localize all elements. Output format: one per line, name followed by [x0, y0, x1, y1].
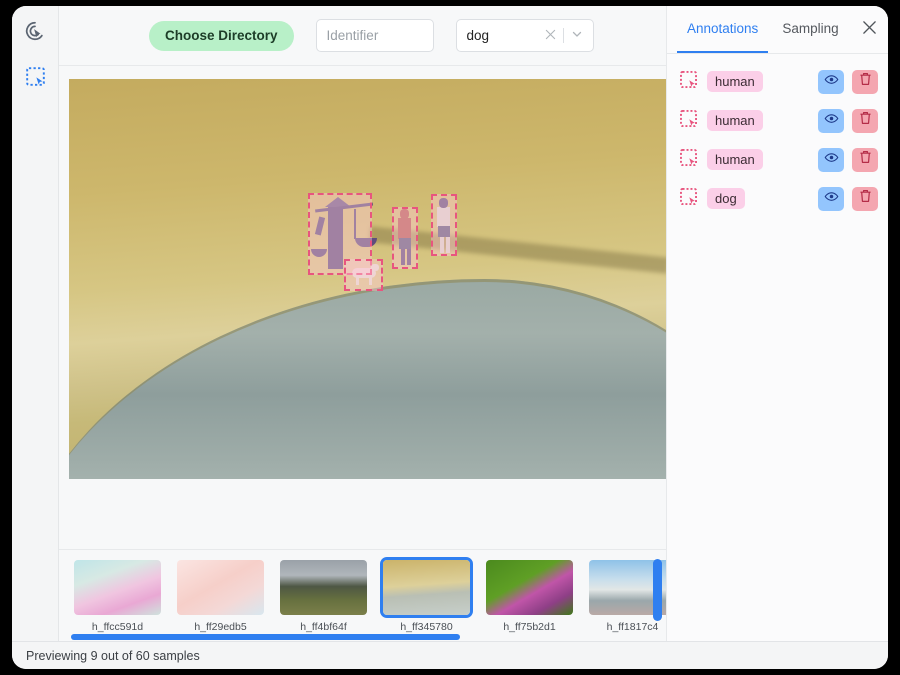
annotation-label: dog — [707, 188, 745, 209]
right-panel: Annotations Sampling human human human d… — [666, 6, 888, 641]
app-logo-button[interactable] — [20, 18, 50, 48]
annotation-row[interactable]: human — [667, 140, 888, 179]
eye-icon — [824, 111, 839, 131]
identifier-input[interactable]: Identifier — [315, 19, 434, 52]
thumbnail-label: h_ff29edb5 — [194, 621, 247, 633]
class-select-value: dog — [466, 28, 490, 43]
toggle-visibility-button[interactable] — [818, 186, 844, 211]
bbox-select-icon[interactable] — [679, 187, 698, 211]
toggle-visibility-button[interactable] — [818, 147, 844, 172]
thumbnail-label: h_ff1817c4 — [606, 621, 659, 633]
thumbnail-label: h_ff75b2d1 — [503, 621, 556, 633]
toggle-visibility-button[interactable] — [818, 69, 844, 94]
center-column: Choose Directory Identifier dog h_ffcc59… — [59, 6, 666, 641]
thumbnail-item[interactable]: h_ff75b2d1 — [483, 557, 576, 633]
app-window: Choose Directory Identifier dog h_ffcc59… — [12, 6, 888, 669]
thumbnail-item[interactable]: h_ff4bf64f — [277, 557, 370, 633]
annotation-label: human — [707, 71, 763, 92]
thumbnail-label: h_ff4bf64f — [300, 621, 347, 633]
identifier-placeholder: Identifier — [326, 28, 379, 43]
preview-image[interactable] — [69, 79, 666, 479]
trash-icon — [859, 111, 872, 130]
annotation-actions — [818, 147, 878, 172]
delete-annotation-button[interactable] — [852, 147, 878, 172]
chevron-down-icon[interactable] — [571, 28, 583, 43]
toggle-visibility-button[interactable] — [818, 108, 844, 133]
status-bar: Previewing 9 out of 60 samples — [12, 641, 888, 669]
thumbnail-image[interactable] — [174, 557, 267, 618]
choose-directory-button[interactable]: Choose Directory — [149, 20, 294, 51]
thumbnail-image[interactable] — [277, 557, 370, 618]
annotation-actions — [818, 69, 878, 94]
bbox-select-icon[interactable] — [679, 148, 698, 172]
annotation-box[interactable] — [431, 194, 457, 256]
annotation-list: human human human dog — [667, 54, 888, 218]
annotation-label: human — [707, 110, 763, 131]
toolbar: Choose Directory Identifier dog — [59, 6, 666, 66]
thumbnail-image[interactable] — [483, 557, 576, 618]
bbox-select-icon[interactable] — [679, 109, 698, 133]
thumbnail-label: h_ffcc591d — [91, 621, 144, 633]
bbox-select-icon[interactable] — [679, 70, 698, 94]
marquee-select-icon — [25, 66, 46, 92]
window-body: Choose Directory Identifier dog h_ffcc59… — [12, 6, 888, 641]
eye-icon — [824, 72, 839, 92]
delete-annotation-button[interactable] — [852, 108, 878, 133]
select-divider — [562, 28, 564, 43]
panel-tabs: Annotations Sampling — [667, 6, 888, 54]
selection-tool-button[interactable] — [20, 64, 50, 94]
annotation-label: human — [707, 149, 763, 170]
thumbnail-image[interactable] — [71, 557, 164, 618]
thumbnail-item-selected[interactable]: h_ff345780 — [380, 557, 473, 633]
tab-annotations[interactable]: Annotations — [677, 6, 769, 53]
annotation-box[interactable] — [392, 207, 418, 269]
annotation-actions — [818, 108, 878, 133]
left-rail — [12, 6, 59, 641]
target-cursor-icon — [24, 20, 46, 47]
eye-icon — [824, 150, 839, 170]
thumbnail-list: h_ffcc591d h_ff29edb5 h_ff4bf64f h_ff345… — [59, 550, 666, 633]
thumbnail-item[interactable]: h_ffcc591d — [71, 557, 164, 633]
thumbnail-label: h_ff345780 — [400, 621, 453, 633]
annotation-row[interactable]: dog — [667, 179, 888, 218]
status-text: Previewing 9 out of 60 samples — [26, 648, 200, 663]
annotation-box[interactable] — [344, 259, 383, 291]
thumbnail-horizontal-scrollbar[interactable] — [71, 634, 652, 640]
thumbnail-strip[interactable]: h_ffcc591d h_ff29edb5 h_ff4bf64f h_ff345… — [59, 549, 666, 641]
trash-icon — [859, 189, 872, 208]
annotation-row[interactable]: human — [667, 62, 888, 101]
scrollbar-thumb[interactable] — [71, 634, 461, 640]
thumbnail-item[interactable]: h_ff29edb5 — [174, 557, 267, 633]
annotation-row[interactable]: human — [667, 101, 888, 140]
trash-icon — [859, 72, 872, 91]
class-select[interactable]: dog — [455, 19, 594, 52]
trash-icon — [859, 150, 872, 169]
delete-annotation-button[interactable] — [852, 69, 878, 94]
annotation-actions — [818, 186, 878, 211]
close-icon — [862, 20, 877, 40]
eye-icon — [824, 189, 839, 209]
image-canvas[interactable] — [59, 66, 666, 549]
tab-sampling[interactable]: Sampling — [772, 6, 848, 53]
close-panel-button[interactable] — [854, 15, 884, 45]
delete-annotation-button[interactable] — [852, 186, 878, 211]
thumbnail-vertical-scrollbar[interactable] — [653, 559, 662, 621]
thumbnail-image[interactable] — [380, 557, 473, 618]
class-select-controls — [545, 28, 583, 43]
clear-x-icon[interactable] — [545, 28, 556, 43]
